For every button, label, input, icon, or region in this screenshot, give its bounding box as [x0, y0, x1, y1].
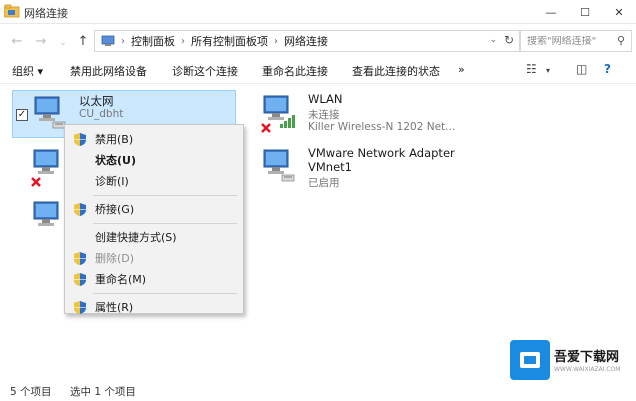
breadcrumb-all-items[interactable]: 所有控制面板项: [191, 33, 268, 49]
control-panel-icon: [101, 35, 115, 46]
item-checkbox[interactable]: ✓: [16, 109, 28, 121]
connection-name: 以太网: [79, 94, 114, 108]
menu-item[interactable]: 创建快捷方式(S): [65, 227, 243, 248]
recent-locations-icon[interactable]: ⌄: [54, 34, 72, 52]
selected-count: 选中 1 个项目: [70, 386, 136, 398]
address-bar: ← → ⌄ ↑ › 控制面板 › 所有控制面板项 › 网络连接 ⌄ ↻ ⚲: [0, 28, 636, 54]
command-bar: 组织 ▾ 禁用此网络设备 诊断这个连接 重命名此连接 查看此连接的状态 » ☷ …: [0, 58, 636, 84]
back-arrow-icon[interactable]: ←: [8, 32, 26, 50]
title-bar: 网络连接 — ☐ ✕: [0, 0, 636, 24]
minimize-button[interactable]: —: [534, 0, 568, 24]
search-box[interactable]: ⚲: [520, 30, 632, 52]
menu-item[interactable]: 桥接(G): [65, 199, 243, 220]
network-adapter-icon: [263, 149, 295, 182]
breadcrumb-separator: ›: [121, 35, 125, 47]
chevron-down-icon[interactable]: ⌄: [489, 35, 497, 45]
menu-item-label: 桥接(G): [95, 203, 135, 216]
disable-device-button[interactable]: 禁用此网络设备: [70, 63, 147, 79]
connection-network: CU_dbht: [79, 108, 124, 120]
menu-item-label: 状态(U): [95, 154, 136, 167]
up-arrow-icon[interactable]: ↑: [74, 32, 92, 50]
menu-item[interactable]: 禁用(B): [65, 129, 243, 150]
menu-item-label: 删除(D): [95, 252, 135, 265]
connection-device: Killer Wireless-N 1202 Net...: [308, 121, 456, 133]
preview-pane-icon[interactable]: ◫: [576, 62, 587, 76]
more-commands-button[interactable]: »: [458, 63, 465, 76]
network-connections-icon: [4, 4, 20, 18]
connection-item-hidden-2[interactable]: [12, 196, 64, 244]
refresh-icon[interactable]: ↻: [504, 33, 514, 47]
context-menu: 禁用(B) 状态(U) 诊断(I) 桥接(G) 创建快捷方式(S) 删除(D) 重命名(M)…: [64, 124, 244, 314]
connection-name: WLAN: [308, 92, 343, 106]
menu-item-label: 创建快捷方式(S): [95, 231, 177, 244]
maximize-button[interactable]: ☐: [568, 0, 602, 24]
window-title: 网络连接: [24, 7, 68, 20]
diagnose-button[interactable]: 诊断这个连接: [172, 63, 238, 79]
menu-item-label: 属性(R): [95, 301, 134, 314]
connection-item-wlan[interactable]: WLAN 未连接 Killer Wireless-N 1202 Net...: [242, 90, 472, 138]
status-bar: 5 个项目 选中 1 个项目: [0, 380, 636, 401]
connection-status: 已启用: [308, 177, 340, 189]
help-icon[interactable]: ?: [604, 62, 611, 76]
connection-name-line2: VMnet1: [308, 160, 352, 174]
item-count: 5 个项目: [10, 386, 52, 398]
connection-status: 未连接: [308, 109, 340, 121]
menu-item[interactable]: 重命名(M): [65, 269, 243, 290]
rename-button[interactable]: 重命名此连接: [262, 63, 328, 79]
organize-button[interactable]: 组织 ▾: [12, 63, 43, 79]
watermark-icon: [510, 340, 550, 380]
breadcrumb-separator: ›: [274, 35, 278, 47]
menu-separator: [93, 293, 237, 294]
menu-item-label: 重命名(M): [95, 273, 147, 286]
disconnected-x-icon: [31, 177, 41, 187]
menu-item[interactable]: 状态(U): [65, 150, 243, 171]
menu-item-label: 诊断(I): [95, 175, 129, 188]
chevron-down-icon[interactable]: ▾: [546, 66, 550, 75]
menu-separator: [93, 195, 237, 196]
change-view-icon[interactable]: ☷: [526, 62, 537, 76]
connection-item-vmnet1[interactable]: VMware Network Adapter VMnet1 已启用: [242, 144, 472, 192]
breadcrumb-separator: ›: [181, 35, 185, 47]
watermark-logo: 吾爱下载网 WWW.WAIXIAZAI.COM: [510, 340, 630, 380]
disconnected-x-icon: [261, 123, 271, 133]
breadcrumb-network-connections[interactable]: 网络连接: [284, 33, 328, 49]
menu-item: 删除(D): [65, 248, 243, 269]
menu-item[interactable]: 属性(R): [65, 297, 243, 318]
view-status-button[interactable]: 查看此连接的状态: [352, 63, 440, 79]
breadcrumb[interactable]: › 控制面板 › 所有控制面板项 › 网络连接 ⌄ ↻: [94, 30, 520, 52]
menu-item[interactable]: 诊断(I): [65, 171, 243, 192]
menu-separator: [93, 223, 237, 224]
close-button[interactable]: ✕: [602, 0, 636, 24]
connection-name: VMware Network Adapter: [308, 146, 455, 160]
forward-arrow-icon[interactable]: →: [32, 32, 50, 50]
search-input[interactable]: [527, 35, 609, 47]
breadcrumb-control-panel[interactable]: 控制面板: [131, 33, 175, 49]
watermark-name: 吾爱下载网: [554, 350, 620, 365]
connection-item-hidden-1[interactable]: [12, 144, 64, 192]
menu-item-label: 禁用(B): [95, 133, 134, 146]
search-icon[interactable]: ⚲: [617, 34, 625, 47]
watermark-url: WWW.WAIXIAZAI.COM: [554, 366, 621, 373]
network-adapter-icon: [33, 201, 59, 226]
